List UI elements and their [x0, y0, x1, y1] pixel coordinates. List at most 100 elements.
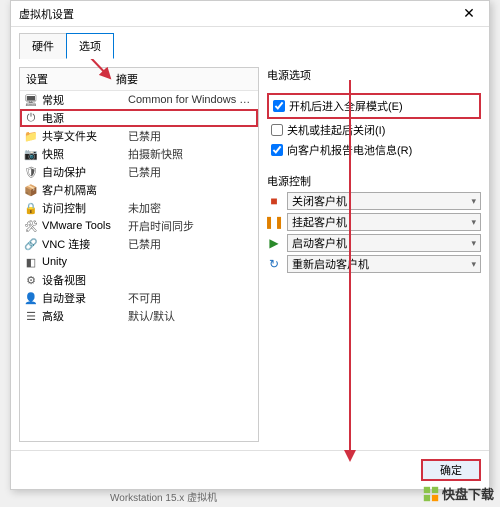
- checkbox-row-0: 开机后进入全屏模式(E): [267, 93, 481, 119]
- list-item-电源[interactable]: ⏻ 电源: [20, 109, 258, 127]
- right-panel: 电源选项 开机后进入全屏模式(E) 关机或挂起后关闭(I) 向客户机报告电池信息(R…: [267, 67, 481, 442]
- login-icon: 👤: [24, 291, 38, 305]
- chevron-down-icon: ▾: [471, 259, 476, 270]
- vm-settings-dialog: 虚拟机设置 ✕ 硬件 选项 设置 摘要 🖥 常规Common for Window…: [10, 0, 490, 490]
- power-control-2: ▶ 启动客户机 ▾: [267, 234, 481, 252]
- col-setting: 设置: [26, 71, 116, 87]
- power-options-group: 开机后进入全屏模式(E) 关机或挂起后关闭(I) 向客户机报告电池信息(R): [267, 91, 481, 159]
- item-name: VMware Tools: [42, 220, 128, 232]
- item-name: VNC 连接: [42, 236, 128, 252]
- unity-icon: ◧: [24, 255, 38, 269]
- item-summary: 已禁用: [128, 128, 254, 144]
- power-controls: 电源控制 ■ 关闭客户机 ▾ ❚❚ 挂起客户机 ▾ ▶ 启动客户机 ▾ ↻ 重新启动客户机 ▾: [267, 173, 481, 276]
- power-select-label-1: 挂起客户机: [292, 214, 347, 230]
- stop-icon: ■: [267, 194, 281, 208]
- watermark-icon: [422, 485, 440, 503]
- tab-bar: 硬件 选项: [11, 27, 489, 59]
- list-item-自动保护[interactable]: 🛡自动保护已禁用: [20, 163, 258, 181]
- item-summary: Common for Windows 10 Enterprise...: [128, 94, 254, 106]
- item-name: 共享文件夹: [42, 128, 128, 144]
- tab-options[interactable]: 选项: [66, 33, 114, 59]
- watermark-text: 快盘下载: [442, 484, 494, 503]
- chevron-down-icon: ▾: [471, 217, 476, 228]
- checkbox-0[interactable]: 开机后进入全屏模式(E): [273, 97, 475, 115]
- monitor-icon: 🖥: [24, 93, 38, 107]
- list-item-客户机隔离[interactable]: 📦 客户机隔离: [20, 181, 258, 199]
- list-header: 设置 摘要: [20, 68, 258, 91]
- power-control-label: 电源控制: [267, 173, 481, 189]
- list-item-常规[interactable]: 🖥 常规Common for Windows 10 Enterprise...: [20, 91, 258, 109]
- power-select-2[interactable]: 启动客户机 ▾: [287, 234, 481, 252]
- restart-icon: ↻: [267, 257, 281, 271]
- power-control-1: ❚❚ 挂起客户机 ▾: [267, 213, 481, 231]
- device-icon: ⚙: [24, 273, 38, 287]
- checkbox-label-1: 关机或挂起后关闭(I): [287, 122, 385, 138]
- checkbox-label-0: 开机后进入全屏模式(E): [289, 98, 403, 114]
- dialog-body: 设置 摘要 🖥 常规Common for Windows 10 Enterpris…: [11, 59, 489, 450]
- list-item-共享文件夹[interactable]: 📁 共享文件夹已禁用: [20, 127, 258, 145]
- item-name: 电源: [42, 110, 128, 126]
- shield-icon: 🛡: [24, 165, 38, 179]
- play-icon: ▶: [267, 236, 281, 250]
- lock-icon: 🔒: [24, 201, 38, 215]
- power-select-3[interactable]: 重新启动客户机 ▾: [287, 255, 481, 273]
- settings-list: 设置 摘要 🖥 常规Common for Windows 10 Enterpris…: [19, 67, 259, 442]
- titlebar: 虚拟机设置 ✕: [11, 1, 489, 27]
- list-item-快照[interactable]: 📷快照拍摄新快照: [20, 145, 258, 163]
- item-name: 访问控制: [42, 200, 128, 216]
- item-summary: 不可用: [128, 290, 254, 306]
- col-summary: 摘要: [116, 71, 138, 87]
- item-name: Unity: [42, 256, 128, 268]
- tools-icon: 🛠: [24, 219, 38, 233]
- checkbox-label-2: 向客户机报告电池信息(R): [287, 142, 412, 158]
- list-body[interactable]: 🖥 常规Common for Windows 10 Enterprise... ⏻ 电…: [20, 91, 258, 441]
- checkbox-input-0[interactable]: [273, 100, 285, 112]
- list-item-高级[interactable]: ☰ 高级默认/默认: [20, 307, 258, 325]
- box-icon: 📦: [24, 183, 38, 197]
- dialog-title: 虚拟机设置: [19, 6, 74, 22]
- ok-button[interactable]: 确定: [421, 459, 481, 481]
- item-name: 快照: [42, 146, 128, 162]
- list-item-自动登录[interactable]: 👤 自动登录不可用: [20, 289, 258, 307]
- power-select-0[interactable]: 关闭客户机 ▾: [287, 192, 481, 210]
- item-summary: 开启时间同步: [128, 218, 254, 234]
- footer-text: Workstation 15.x 虚拟机: [110, 489, 217, 504]
- item-name: 设备视图: [42, 272, 128, 288]
- list-item-VNC 连接[interactable]: 🔗 VNC 连接已禁用: [20, 235, 258, 253]
- list-item-设备视图[interactable]: ⚙ 设备视图: [20, 271, 258, 289]
- checkbox-input-2[interactable]: [271, 144, 283, 156]
- power-select-label-2: 启动客户机: [292, 235, 347, 251]
- list-item-访问控制[interactable]: 🔒 访问控制未加密: [20, 199, 258, 217]
- close-icon: ✕: [463, 5, 475, 22]
- adv-icon: ☰: [24, 309, 38, 323]
- item-summary: 默认/默认: [128, 308, 254, 324]
- power-options-label: 电源选项: [267, 67, 481, 83]
- watermark: 快盘下载: [422, 484, 494, 503]
- power-select-label-3: 重新启动客户机: [292, 256, 369, 272]
- power-control-0: ■ 关闭客户机 ▾: [267, 192, 481, 210]
- power-select-label-0: 关闭客户机: [292, 193, 347, 209]
- item-name: 自动登录: [42, 290, 128, 306]
- button-bar: 确定: [11, 450, 489, 489]
- item-summary: 已禁用: [128, 164, 254, 180]
- list-item-Unity[interactable]: ◧ Unity: [20, 253, 258, 271]
- item-summary: 拍摄新快照: [128, 146, 254, 162]
- chevron-down-icon: ▾: [471, 238, 476, 249]
- power-select-1[interactable]: 挂起客户机 ▾: [287, 213, 481, 231]
- item-name: 常规: [42, 92, 128, 108]
- pause-icon: ❚❚: [267, 215, 281, 229]
- folder-icon: 📁: [24, 129, 38, 143]
- item-name: 高级: [42, 308, 128, 324]
- item-summary: 已禁用: [128, 236, 254, 252]
- link-icon: 🔗: [24, 237, 38, 251]
- item-name: 客户机隔离: [42, 182, 128, 198]
- tab-hardware[interactable]: 硬件: [19, 33, 67, 59]
- checkbox-1[interactable]: 关机或挂起后关闭(I): [271, 121, 477, 139]
- item-summary: 未加密: [128, 200, 254, 216]
- checkbox-input-1[interactable]: [271, 124, 283, 136]
- checkbox-2[interactable]: 向客户机报告电池信息(R): [271, 141, 477, 159]
- chevron-down-icon: ▾: [471, 196, 476, 207]
- close-button[interactable]: ✕: [449, 1, 489, 27]
- power-icon: ⏻: [24, 111, 38, 125]
- list-item-VMware Tools[interactable]: 🛠 VMware Tools开启时间同步: [20, 217, 258, 235]
